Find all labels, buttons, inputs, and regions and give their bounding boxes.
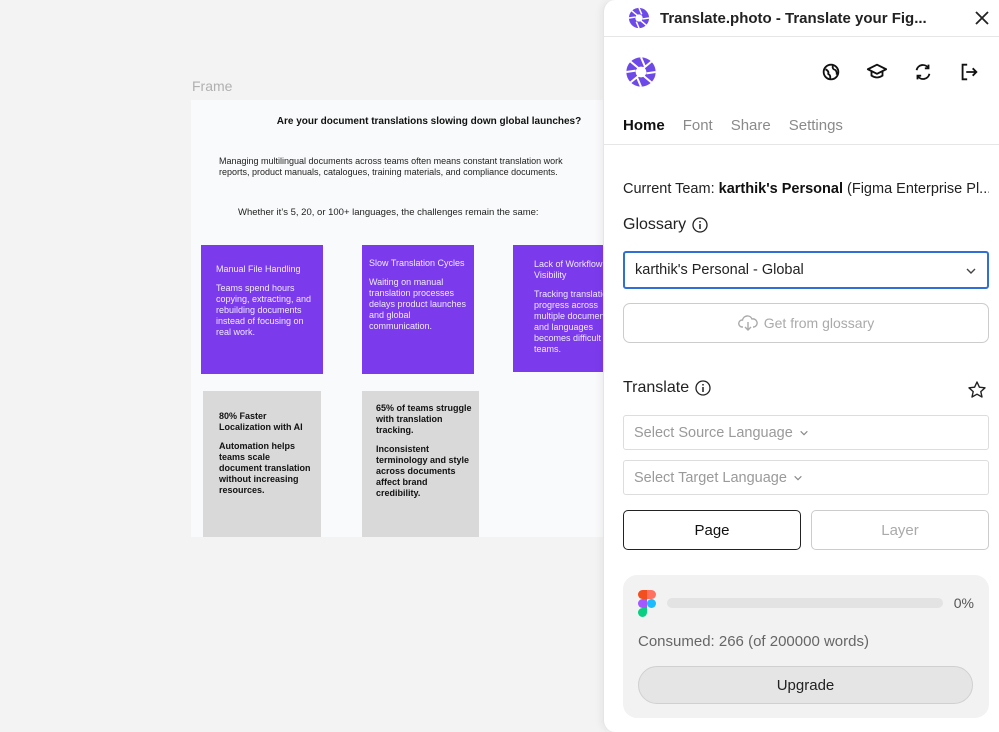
info-icon[interactable] (695, 380, 711, 396)
card-title: Slow Translation Cycles (369, 258, 465, 268)
graduation-cap-icon[interactable] (866, 61, 888, 83)
chevron-down-icon (966, 268, 976, 274)
card-body: Teams spend hours copying, extracting, a… (216, 283, 312, 337)
card-teams-struggle: 65% of teams struggle with translation t… (362, 391, 479, 537)
layer-button[interactable]: Layer (811, 510, 989, 550)
usage-card: 0% Consumed: 266 (of 200000 words) Upgra… (623, 575, 989, 718)
card-body: Automation helps teams scale document tr… (219, 441, 311, 495)
chevron-down-icon (800, 430, 808, 435)
frame-heading: Are your document translations slowing d… (276, 116, 582, 127)
tab-share[interactable]: Share (731, 117, 771, 134)
glossary-section-title: Glossary (623, 216, 708, 234)
consumed-words: Consumed: 266 (of 200000 words) (638, 633, 869, 650)
target-language-select[interactable]: Select Target Language (623, 460, 989, 495)
plugin-titlebar: Translate.photo - Translate your Fig... (604, 0, 999, 37)
card-title: Manual File Handling (216, 264, 301, 274)
glossary-select[interactable]: karthik's Personal - Global (623, 251, 989, 289)
card-slow-translation: Slow Translation Cycles Waiting on manua… (362, 245, 474, 374)
intro-line-2: reports, product manuals, catalogues, tr… (219, 167, 558, 177)
team-plan: (Figma Enterprise Pl... (847, 181, 989, 197)
source-language-placeholder: Select Source Language (634, 424, 793, 441)
current-team: Current Team: karthik's Personal (Figma … (623, 181, 989, 197)
plugin-title: Translate.photo - Translate your Fig... (660, 9, 927, 27)
get-from-glossary-button[interactable]: Get from glossary (623, 303, 989, 343)
team-label: Current Team: (623, 181, 715, 197)
translate-section-title: Translate (623, 379, 711, 397)
source-language-select[interactable]: Select Source Language (623, 415, 989, 450)
refresh-icon[interactable] (912, 61, 934, 83)
glossary-heading: Glossary (623, 216, 687, 233)
star-icon[interactable] (967, 380, 987, 400)
cloud-download-icon (737, 315, 758, 331)
logout-icon[interactable] (958, 61, 980, 83)
plugin-tabs: Home Font Share Settings (604, 107, 999, 145)
globe-icon[interactable] (820, 61, 842, 83)
app-logo-icon (628, 7, 650, 29)
figma-icon (638, 590, 656, 617)
tab-settings[interactable]: Settings (789, 117, 843, 134)
target-language-placeholder: Select Target Language (634, 469, 787, 486)
plugin-panel: Translate.photo - Translate your Fig... … (603, 0, 999, 732)
frame-label[interactable]: Frame (192, 78, 232, 94)
intro-line-1: Managing multilingual documents across t… (219, 156, 563, 166)
card-body: Waiting on manual translation processes … (369, 277, 467, 331)
frame-intro: Managing multilingual documents across t… (219, 156, 621, 178)
team-name: karthik's Personal (718, 181, 843, 197)
page-button[interactable]: Page (623, 510, 801, 550)
card-manual-file-handling: Manual File Handling Teams spend hours c… (201, 245, 323, 374)
tab-font[interactable]: Font (683, 117, 713, 134)
usage-progress-bar (667, 598, 943, 608)
plugin-toolbar (604, 37, 999, 107)
translate-heading: Translate (623, 379, 690, 396)
upgrade-button[interactable]: Upgrade (638, 666, 973, 704)
close-icon[interactable] (973, 9, 991, 27)
frame-subheading: Whether it’s 5, 20, or 100+ languages, t… (238, 207, 539, 218)
get-glossary-label: Get from glossary (763, 315, 875, 331)
brand-logo-icon (626, 56, 656, 88)
card-title: 65% of teams struggle with translation t… (376, 403, 472, 435)
info-icon[interactable] (692, 217, 708, 233)
tab-home[interactable]: Home (623, 117, 665, 134)
glossary-value: karthik's Personal - Global (635, 262, 804, 278)
chevron-down-icon (794, 475, 802, 480)
design-frame[interactable]: Are your document translations slowing d… (191, 100, 621, 537)
card-faster-localization: 80% Faster Localization with AI Automati… (203, 391, 321, 537)
card-body: Inconsistent terminology and style acros… (376, 444, 470, 498)
card-title: 80% Faster Localization with AI (219, 411, 303, 432)
usage-percent: 0% (953, 595, 974, 611)
